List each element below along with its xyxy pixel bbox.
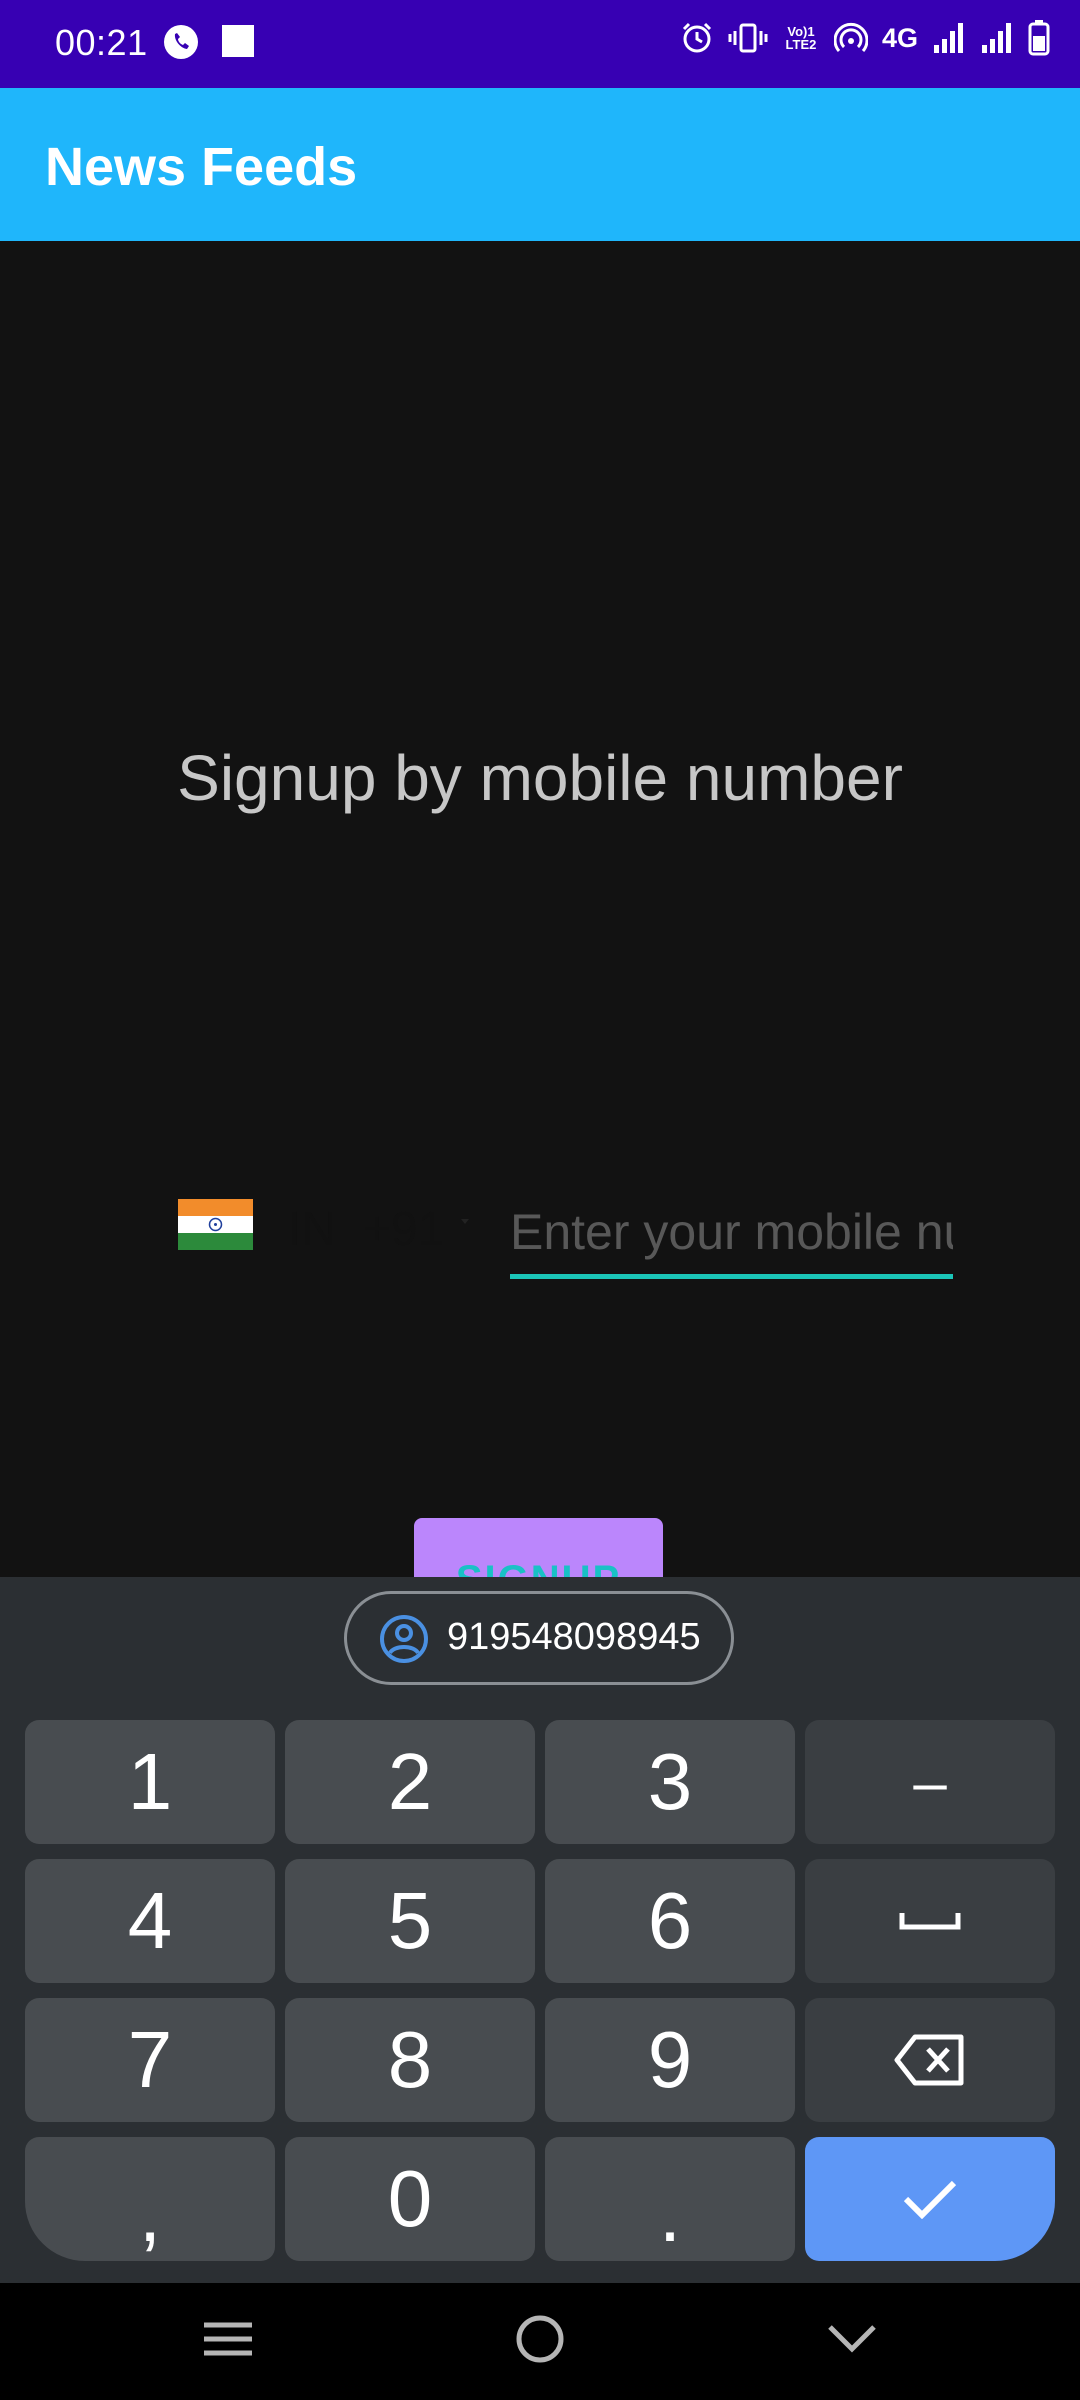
- country-iso: IN: [288, 1203, 336, 1256]
- phone-call-icon: [164, 25, 198, 59]
- system-nav-bar: [0, 2283, 1080, 2400]
- space-bar-icon: [899, 1913, 961, 1930]
- key-8[interactable]: 8: [285, 1998, 535, 2122]
- menu-icon[interactable]: [202, 2313, 254, 2365]
- account-circle-icon: [380, 1615, 428, 1663]
- signal-icon: [934, 23, 963, 53]
- notification-square-icon: [222, 25, 254, 57]
- dropdown-caret-icon: [461, 1219, 469, 1224]
- key-space[interactable]: [805, 1859, 1055, 1983]
- volte-indicator: Vo)1 LTE2: [785, 24, 817, 52]
- key-4[interactable]: 4: [25, 1859, 275, 1983]
- app-bar: News Feeds: [0, 88, 1080, 241]
- key-period[interactable]: .: [545, 2137, 795, 2261]
- signal-icon-2: [982, 23, 1011, 53]
- country-code-picker[interactable]: IN +91: [178, 1197, 478, 1293]
- key-5[interactable]: 5: [285, 1859, 535, 1983]
- numeric-keyboard: 919548098945 1 2 3 – 4 5 6 7 8 9 , 0 .: [0, 1577, 1080, 2283]
- india-flag-icon: [178, 1199, 253, 1250]
- status-bar: 00:21 Vo)1 LTE2 4G: [0, 0, 1080, 88]
- key-backspace[interactable]: [805, 1998, 1055, 2122]
- key-dash[interactable]: –: [805, 1720, 1055, 1844]
- checkmark-icon: [903, 2180, 957, 2219]
- hotspot-icon: [833, 22, 868, 52]
- key-0[interactable]: 0: [285, 2137, 535, 2261]
- status-notification-icons: [163, 24, 255, 60]
- key-7[interactable]: 7: [25, 1998, 275, 2122]
- status-system-icons: Vo)1 LTE2 4G: [680, 20, 1050, 56]
- enter-button[interactable]: [805, 2137, 1055, 2261]
- home-circle-icon[interactable]: [514, 2313, 566, 2365]
- chevron-down-icon[interactable]: [826, 2313, 878, 2365]
- network-type: 4G: [881, 22, 918, 53]
- page-title: Signup by mobile number: [177, 742, 903, 814]
- backspace-icon: [894, 2034, 964, 2086]
- key-1[interactable]: 1: [25, 1720, 275, 1844]
- dial-code: +91: [363, 1203, 445, 1256]
- app-title: News Feeds: [45, 137, 358, 197]
- key-comma[interactable]: ,: [25, 2137, 275, 2261]
- phone-suggestion-chip[interactable]: 919548098945: [344, 1591, 734, 1685]
- vibrate-icon: [728, 23, 768, 53]
- status-time: 00:21: [55, 22, 148, 63]
- key-9[interactable]: 9: [545, 1998, 795, 2122]
- suggested-phone-number: 919548098945: [447, 1616, 701, 1658]
- key-2[interactable]: 2: [285, 1720, 535, 1844]
- signup-screen: Signup by mobile number IN +91 SIGNUP: [0, 241, 1080, 1608]
- battery-icon: [1028, 20, 1050, 56]
- mobile-number-input[interactable]: [510, 1189, 953, 1279]
- key-6[interactable]: 6: [545, 1859, 795, 1983]
- alarm-icon: [682, 22, 712, 53]
- key-3[interactable]: 3: [545, 1720, 795, 1844]
